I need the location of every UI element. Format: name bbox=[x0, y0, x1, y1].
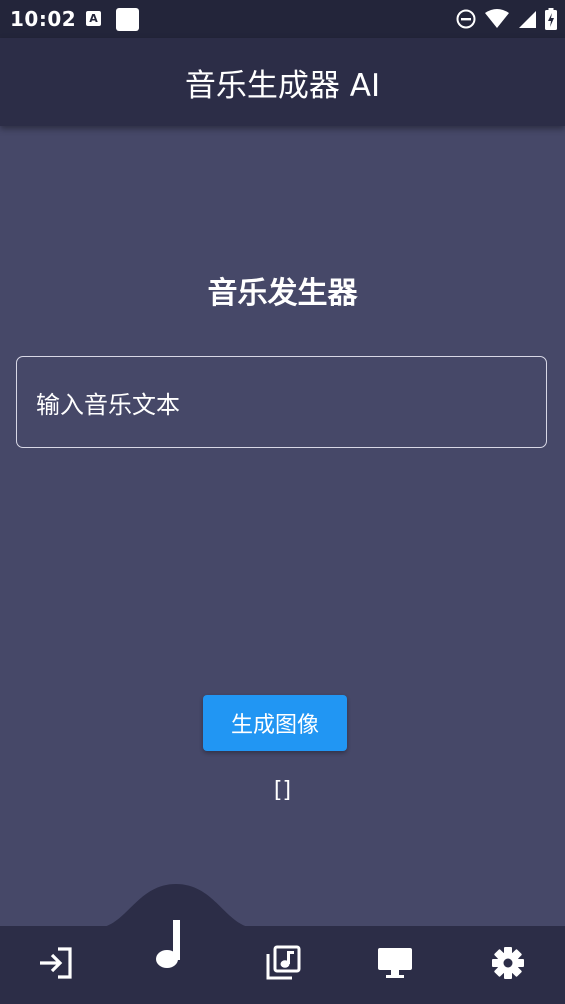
app-bar: 音乐生成器 AI bbox=[0, 38, 565, 126]
music-library-icon bbox=[266, 945, 301, 980]
nav-login[interactable] bbox=[38, 946, 74, 980]
result-text: [] bbox=[273, 778, 292, 803]
status-icons bbox=[455, 8, 557, 30]
nav-desktop[interactable] bbox=[377, 946, 413, 980]
music-note-icon bbox=[156, 920, 180, 968]
square-notification-icon bbox=[116, 8, 139, 31]
a-notification-icon: A bbox=[86, 11, 101, 26]
music-text-placeholder: 输入音乐文本 bbox=[36, 390, 180, 419]
status-bar: 10:02 A bbox=[0, 0, 565, 38]
page-heading: 音乐发生器 bbox=[207, 276, 358, 311]
generate-image-button[interactable]: 生成图像 bbox=[203, 695, 347, 751]
desktop-icon bbox=[378, 948, 412, 978]
music-text-input[interactable]: 输入音乐文本 bbox=[16, 356, 547, 448]
settings-icon bbox=[492, 947, 524, 979]
nav-music[interactable] bbox=[150, 918, 190, 970]
do-not-disturb-icon bbox=[456, 9, 476, 29]
nav-music-library[interactable] bbox=[265, 945, 301, 981]
battery-charging-icon bbox=[545, 8, 557, 30]
wifi-icon bbox=[485, 9, 509, 28]
signal-icon bbox=[519, 11, 536, 28]
nav-settings[interactable] bbox=[491, 946, 525, 980]
status-time: 10:02 bbox=[10, 7, 77, 31]
app-title: 音乐生成器 AI bbox=[184, 67, 381, 104]
login-icon bbox=[40, 947, 72, 979]
